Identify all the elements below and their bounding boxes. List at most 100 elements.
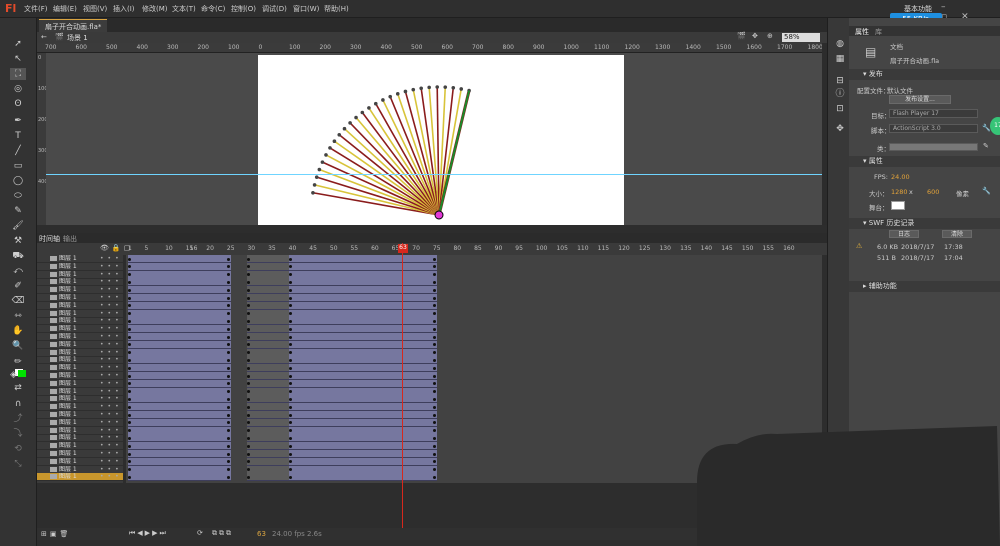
- lasso-tool-icon[interactable]: ʘ: [10, 98, 26, 110]
- menu-commands[interactable]: 命令(C): [201, 4, 225, 14]
- frame-number[interactable]: 1: [128, 245, 132, 252]
- swap-colors-icon[interactable]: ⇄: [10, 382, 26, 394]
- layer-name[interactable]: 图层 1: [59, 403, 77, 411]
- keyframe[interactable]: [226, 452, 230, 456]
- playback-controls[interactable]: ⏮◀▶▶⏭: [129, 529, 168, 538]
- properties-section[interactable]: ▾ 属性: [849, 156, 1000, 167]
- layer-name[interactable]: 图层 1: [59, 442, 77, 450]
- swatches-icon[interactable]: ▦: [832, 53, 848, 65]
- center-stage-icon[interactable]: ⊕: [767, 32, 773, 40]
- static-frames[interactable]: [247, 317, 289, 326]
- motion-tween[interactable]: [288, 340, 437, 349]
- motion-tween[interactable]: [128, 411, 231, 419]
- frame-number[interactable]: 55: [350, 245, 358, 252]
- motion-tween[interactable]: [128, 442, 231, 451]
- motion-tween[interactable]: [128, 473, 231, 482]
- frame-rate[interactable]: 24.00 fps: [272, 530, 305, 538]
- keyframe[interactable]: [288, 374, 292, 378]
- keyframe[interactable]: [432, 468, 436, 472]
- motion-tween[interactable]: [128, 465, 231, 474]
- static-frames[interactable]: [247, 403, 289, 412]
- layer-row[interactable]: 图层 1 •••: [37, 325, 123, 334]
- keyframe[interactable]: [128, 374, 131, 378]
- motion-tween[interactable]: [128, 379, 231, 388]
- stage-width[interactable]: 1280: [891, 188, 908, 196]
- motion-tween[interactable]: [128, 426, 231, 435]
- layer-name[interactable]: 图层 1: [59, 395, 77, 403]
- document-tab[interactable]: 扇子开合动画.fla*: [39, 19, 108, 32]
- layer-name[interactable]: 图层 1: [59, 434, 77, 442]
- keyframe[interactable]: [432, 319, 436, 323]
- motion-tween[interactable]: [288, 403, 437, 412]
- motion-tween[interactable]: [288, 294, 437, 302]
- frame-number[interactable]: 90: [495, 245, 503, 252]
- frame-number[interactable]: 100: [536, 245, 547, 252]
- motion-tween[interactable]: [128, 340, 231, 349]
- layer-name[interactable]: 图层 1: [59, 419, 77, 427]
- layer-row[interactable]: 图层 1 •••: [37, 395, 123, 404]
- motion-tween[interactable]: [128, 325, 231, 334]
- frame-number[interactable]: 30: [247, 245, 255, 252]
- fps-value[interactable]: 24.00: [891, 173, 910, 181]
- keyframe[interactable]: [288, 358, 292, 362]
- motion-tween[interactable]: [288, 309, 437, 318]
- keyframe[interactable]: [128, 296, 131, 300]
- layer-name[interactable]: 图层 1: [59, 286, 77, 294]
- horizontal-guide[interactable]: [46, 174, 822, 175]
- layer-state-icons[interactable]: •••: [100, 294, 123, 302]
- motion-tween[interactable]: [288, 364, 437, 373]
- static-frames[interactable]: [247, 278, 289, 287]
- frame-number[interactable]: 155: [762, 245, 773, 252]
- keyframe[interactable]: [288, 257, 292, 261]
- keyframe[interactable]: [432, 405, 436, 409]
- motion-tween[interactable]: [288, 411, 437, 419]
- layer-state-icons[interactable]: •••: [100, 349, 123, 357]
- static-frames[interactable]: [247, 387, 289, 396]
- motion-tween[interactable]: [128, 450, 231, 458]
- keyframe[interactable]: [288, 280, 292, 284]
- static-frames[interactable]: [247, 301, 289, 310]
- layer-state-icons[interactable]: •••: [100, 473, 123, 481]
- keyframe[interactable]: [128, 257, 131, 261]
- frame-number[interactable]: 60: [371, 245, 379, 252]
- keyframe[interactable]: [128, 327, 131, 331]
- motion-tween[interactable]: [288, 255, 437, 263]
- menu-view[interactable]: 视图(V): [83, 4, 107, 14]
- frame-number[interactable]: 16: [190, 245, 198, 252]
- layer-row[interactable]: 图层 1 •••: [37, 434, 123, 443]
- layer-state-icons[interactable]: •••: [100, 286, 123, 294]
- width-tool-icon[interactable]: ⇿: [10, 310, 26, 322]
- keyframe[interactable]: [226, 374, 230, 378]
- log-button[interactable]: 日志: [889, 230, 919, 238]
- layer-state-icons[interactable]: •••: [100, 388, 123, 396]
- stage-height[interactable]: 600: [927, 188, 939, 196]
- layer-state-icons[interactable]: •••: [100, 356, 123, 364]
- layer-state-icons[interactable]: •••: [100, 310, 123, 318]
- layer-row[interactable]: 图层 1 •••: [37, 458, 123, 466]
- layer-name[interactable]: 图层 1: [59, 271, 77, 279]
- keyframe[interactable]: [226, 319, 230, 323]
- motion-tween[interactable]: [288, 325, 437, 334]
- keyframe[interactable]: [128, 444, 131, 448]
- keyframe[interactable]: [226, 273, 230, 277]
- keyframe[interactable]: [128, 319, 131, 323]
- layer-name[interactable]: 图层 1: [59, 450, 77, 458]
- static-frames[interactable]: [247, 262, 289, 271]
- static-frames[interactable]: [247, 270, 289, 279]
- layer-state-icons[interactable]: •••: [100, 450, 123, 458]
- keyframe[interactable]: [432, 288, 436, 292]
- tab-library[interactable]: 库: [875, 27, 882, 37]
- paint-bucket-tool-icon[interactable]: ⛟: [10, 250, 26, 262]
- layer-row[interactable]: 图层 1 •••: [37, 278, 123, 287]
- scale-icon[interactable]: ⤡: [10, 458, 26, 470]
- layer-name[interactable]: 图层 1: [59, 411, 77, 419]
- keyframe[interactable]: [288, 312, 292, 316]
- menu-edit[interactable]: 编辑(E): [53, 4, 77, 14]
- 3d-rotation-tool-icon[interactable]: ◎: [10, 83, 26, 95]
- motion-tween[interactable]: [288, 395, 437, 404]
- layer-name[interactable]: 图层 1: [59, 356, 77, 364]
- keyframe[interactable]: [288, 351, 292, 355]
- layer-name[interactable]: 图层 1: [59, 349, 77, 357]
- layer-name[interactable]: 图层 1: [59, 333, 77, 341]
- keyframe[interactable]: [226, 413, 230, 417]
